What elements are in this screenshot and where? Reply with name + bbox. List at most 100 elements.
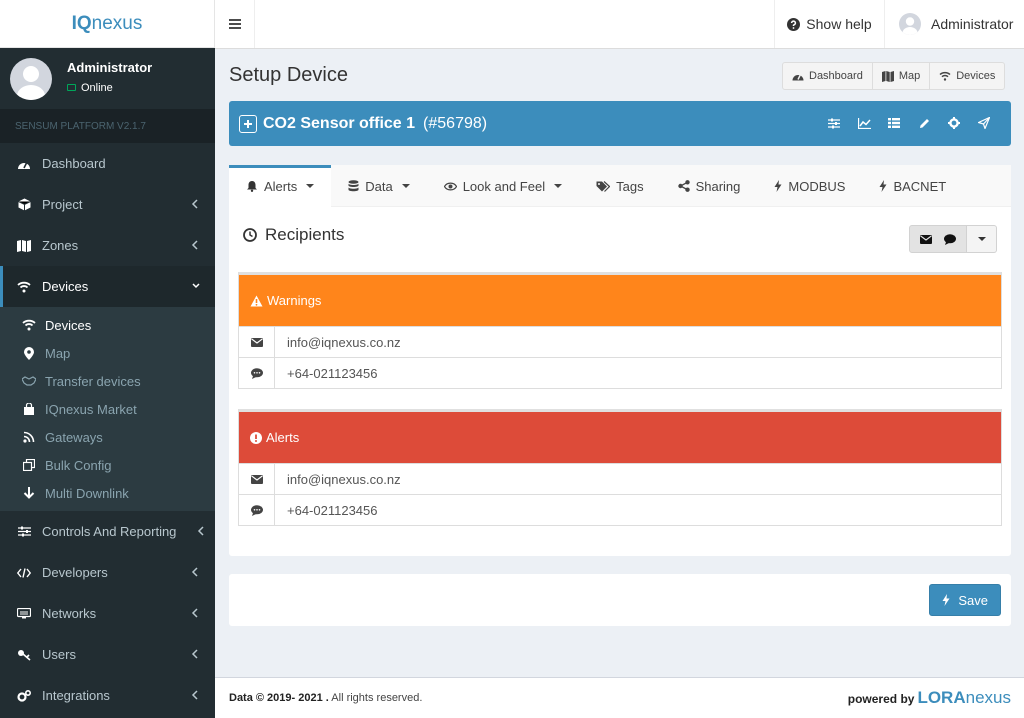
submenu-label: Multi Downlink [45,485,129,501]
envelope-icon [239,463,275,495]
notification-dropdown-toggle[interactable] [967,225,997,253]
envelope-icon [920,234,932,244]
brand-lora[interactable]: LORA [917,688,965,708]
list-icon[interactable] [887,116,901,130]
expand-button[interactable] [239,114,257,133]
rights-text: All rights reserved. [331,692,423,704]
user-name: Administrator [67,59,153,75]
help-label: Show help [806,16,872,32]
dashboard-button[interactable]: Dashboard [782,62,873,90]
device-header-bar: CO2 Sensor office 1 (#56798) [229,101,1011,146]
alerts-header: Alerts [239,409,1001,463]
save-label: Save [958,592,988,608]
submenu-item-bulk-config[interactable]: Bulk Config [0,451,215,479]
comment-icon [239,357,275,389]
user-menu[interactable]: Administrator [884,0,1024,48]
submenu-item-gateways[interactable]: Gateways [0,423,215,451]
tab-bacnet[interactable]: BACNET [862,165,963,207]
submenu-label: Devices [45,317,92,333]
recipient-row[interactable]: +64-021123456 [239,357,1001,389]
sidebar-item-users[interactable]: Users [0,634,215,675]
cube-icon [17,198,31,212]
sidebar-item-devices[interactable]: Devices [0,266,215,307]
envelope-icon [239,326,275,358]
caret-down-icon [554,184,563,188]
wifi-icon [939,71,951,81]
line-chart-icon[interactable] [857,116,871,130]
recipient-row[interactable]: +64-021123456 [239,494,1001,526]
wifi-icon [22,318,36,332]
gear-icon[interactable] [947,116,961,130]
chevron-left-icon [191,648,199,660]
warnings-panel: Warnings info@iqnexus.co.nz +64-02112345… [238,272,1002,389]
bolt-icon [879,180,887,192]
chevron-down-icon [191,280,200,292]
tab-tags[interactable]: Tags [579,165,660,207]
database-icon [348,180,359,192]
sidebar-item-label: Project [42,197,83,212]
sidebar-item-networks[interactable]: Networks [0,593,215,634]
tab-modbus[interactable]: MODBUS [757,165,862,207]
sidebar-item-label: Zones [42,238,79,253]
submenu-label: Map [45,345,71,361]
chevron-left-icon [197,525,205,537]
clock-icon [243,228,257,242]
device-actions [827,116,991,130]
logo-text: IQnexus [71,12,143,34]
tab-label: Tags [616,178,644,194]
online-icon [67,84,76,91]
tab-label: Sharing [695,178,741,194]
recipient-row[interactable]: info@iqnexus.co.nz [239,326,1001,358]
sidebar-item-integrations[interactable]: Integrations [0,675,215,716]
recipient-email: info@iqnexus.co.nz [287,471,401,487]
handshake-icon [22,374,36,388]
sidebar-item-label: Integrations [42,688,110,703]
recipient-email: info@iqnexus.co.nz [287,334,401,350]
map-button[interactable]: Map [871,62,931,90]
add-recipient-button[interactable] [909,225,967,253]
paper-plane-icon[interactable] [977,116,991,130]
devices-button[interactable]: Devices [929,62,1006,90]
warnings-title: Warnings [267,293,322,308]
footer: Data © 2019- 2021 . All rights reserved.… [215,677,1024,718]
submenu-item-map[interactable]: Map [0,339,215,367]
recipient-row[interactable]: info@iqnexus.co.nz [239,463,1001,495]
show-help-button[interactable]: Show help [774,0,884,48]
menu-toggle-button[interactable] [215,0,255,48]
device-name: CO2 Sensor office 1 [263,114,416,132]
save-button[interactable]: Save [929,584,1001,616]
page-title: Setup Device [229,64,348,86]
submenu-item-multi-downlink[interactable]: Multi Downlink [0,479,215,507]
sidebar-item-project[interactable]: Project [0,184,215,225]
tab-alerts[interactable]: Alerts [229,165,332,207]
tab-label: Data [365,178,393,194]
tab-data[interactable]: Data [331,165,426,207]
sliders-icon[interactable] [827,116,841,130]
devices-submenu: Devices Map Transfer devices IQnexus Mar… [0,307,215,511]
app-logo[interactable]: IQnexus [0,0,215,48]
submenu-item-transfer-devices[interactable]: Transfer devices [0,367,215,395]
sidebar-item-zones[interactable]: Zones [0,225,215,266]
avatar [10,57,52,100]
submenu-label: Bulk Config [45,457,112,473]
tab-look-and-feel[interactable]: Look and Feel [427,165,579,207]
submenu-label: IQnexus Market [45,401,137,417]
submenu-item-iqnexus-market[interactable]: IQnexus Market [0,395,215,423]
hamburger-icon [228,19,241,29]
sidebar-item-developers[interactable]: Developers [0,552,215,593]
brand-nexus[interactable]: nexus [966,688,1011,708]
sidebar-item-controls-and-reporting[interactable]: Controls And Reporting [0,511,215,552]
exclamation-circle-icon [250,431,262,444]
recipient-phone: +64-021123456 [287,502,378,518]
recipient-phone: +64-021123456 [287,365,378,381]
tab-sharing[interactable]: Sharing [661,165,758,207]
chevron-left-icon [191,689,199,701]
tab-label: Alerts [264,178,298,194]
submenu-item-devices[interactable]: Devices [0,311,215,339]
warning-icon [250,295,263,307]
pencil-icon[interactable] [917,116,931,130]
submenu-label: Transfer devices [45,373,141,389]
eye-icon [443,182,457,191]
sidebar-item-dashboard[interactable]: Dashboard [0,143,215,184]
copyright-text: Data © 2019- 2021 . [229,692,329,704]
